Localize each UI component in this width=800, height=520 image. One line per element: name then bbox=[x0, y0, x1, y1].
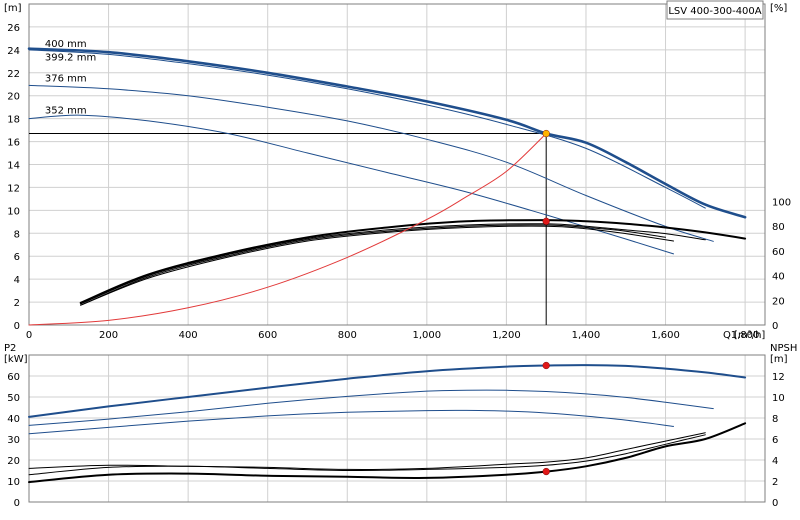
y-tick-label-left: 4 bbox=[14, 275, 20, 286]
y-tick-label-left: 12 bbox=[7, 183, 20, 194]
x-tick-label: 400 bbox=[179, 330, 198, 341]
duty-point-marker bbox=[542, 361, 550, 370]
curve-label: 352 mm bbox=[45, 105, 87, 116]
series-line-8 bbox=[28, 133, 547, 326]
series-line-2 bbox=[28, 84, 714, 242]
y-tick-label-right: 10 bbox=[772, 393, 785, 404]
pump-model-title: LSV 400-300-400A bbox=[666, 0, 764, 20]
x-tick-label: 1,600 bbox=[651, 330, 680, 341]
y-tick-label-right: 2 bbox=[772, 477, 778, 488]
series-line-7 bbox=[80, 224, 666, 306]
y-tick-label-left: 18 bbox=[7, 115, 20, 126]
series-line-4 bbox=[28, 432, 706, 470]
y-tick-label-left: 6 bbox=[14, 252, 20, 263]
duty-point-marker bbox=[542, 467, 550, 476]
y-axis-label-right: NPSH bbox=[770, 343, 797, 354]
y-tick-label-left: 22 bbox=[7, 69, 20, 80]
x-tick-label: 1,200 bbox=[492, 330, 521, 341]
y-axis-label-left: [kW] bbox=[4, 354, 28, 365]
y-tick-label-left: 26 bbox=[7, 23, 20, 34]
y-axis-label-right: [%] bbox=[770, 3, 787, 14]
power-npsh-panel: 0 10 20 30 40 50 60 0 2 4 6 8 10 12 P2[kW] NPSH[m] bbox=[4, 343, 797, 509]
y-tick-label-left: 20 bbox=[7, 456, 20, 467]
series-line-2 bbox=[28, 409, 674, 435]
y-tick-label-left: 50 bbox=[7, 393, 20, 404]
y-tick-label-right: 80 bbox=[772, 222, 785, 233]
series-line-1 bbox=[28, 389, 714, 426]
y-tick-label-left: 14 bbox=[7, 161, 20, 172]
y-tick-label-right: 0 bbox=[772, 498, 778, 509]
y-tick-label-right: 12 bbox=[772, 372, 785, 383]
x-tick-label: 200 bbox=[99, 330, 118, 341]
x-tick-label: 1,400 bbox=[572, 330, 601, 341]
y-tick-label-right: 4 bbox=[772, 456, 778, 467]
series-line-4 bbox=[79, 219, 747, 304]
y-tick-label-right: 8 bbox=[772, 414, 778, 425]
y-axis-label-right: [m] bbox=[770, 354, 788, 365]
series-line-5 bbox=[80, 223, 706, 305]
y-tick-label-left: 40 bbox=[7, 414, 20, 425]
series-line-1 bbox=[28, 49, 706, 209]
y-tick-label-left: 60 bbox=[7, 372, 20, 383]
y-tick-label-right: 40 bbox=[772, 272, 785, 283]
x-axis-label: Q [m³/h] bbox=[723, 330, 765, 341]
series-line-6 bbox=[80, 225, 674, 306]
y-tick-label-left: 0 bbox=[14, 321, 20, 332]
curve-label: 400 mm bbox=[45, 39, 87, 50]
y-tick-label-right: 20 bbox=[772, 296, 785, 307]
y-tick-label-left: 10 bbox=[7, 477, 20, 488]
y-tick-label-left: 8 bbox=[14, 229, 20, 240]
y-tick-label-left: 16 bbox=[7, 138, 20, 149]
curve-label: 376 mm bbox=[45, 73, 87, 84]
y-tick-label-right: 6 bbox=[772, 435, 778, 446]
series-line-0 bbox=[27, 47, 747, 219]
x-tick-label: 0 bbox=[26, 330, 32, 341]
duty-point-marker bbox=[542, 129, 550, 138]
pump-performance-chart: 024681012141618202224260204060801000 200 4… bbox=[4, 0, 797, 509]
x-tick-label: 1,000 bbox=[413, 330, 442, 341]
y-tick-label-left: 20 bbox=[7, 92, 20, 103]
y-tick-label-left: 24 bbox=[7, 46, 20, 57]
y-tick-label-right: 100 bbox=[772, 198, 791, 209]
pump-model-label: LSV 400-300-400A bbox=[668, 6, 761, 17]
head-efficiency-panel: 024681012141618202224260204060801000 200 4… bbox=[4, 0, 791, 341]
y-tick-label-left: 10 bbox=[7, 206, 20, 217]
y-tick-label-left: 30 bbox=[7, 435, 20, 446]
y-axis-label-left: P2 bbox=[4, 343, 16, 354]
duty-point-marker bbox=[542, 217, 550, 225]
y-tick-label-left: 2 bbox=[14, 298, 20, 309]
y-tick-label-right: 0 bbox=[772, 321, 778, 332]
series-line-0 bbox=[28, 364, 747, 418]
series-line-3 bbox=[28, 422, 747, 484]
y-axis-label-left: [m] bbox=[4, 3, 22, 14]
y-tick-label-right: 60 bbox=[772, 247, 785, 258]
x-tick-label: 800 bbox=[338, 330, 357, 341]
plot-frame bbox=[28, 354, 766, 503]
x-tick-label: 600 bbox=[258, 330, 277, 341]
curve-label: 399.2 mm bbox=[45, 53, 96, 64]
y-tick-label-left: 0 bbox=[14, 498, 20, 509]
